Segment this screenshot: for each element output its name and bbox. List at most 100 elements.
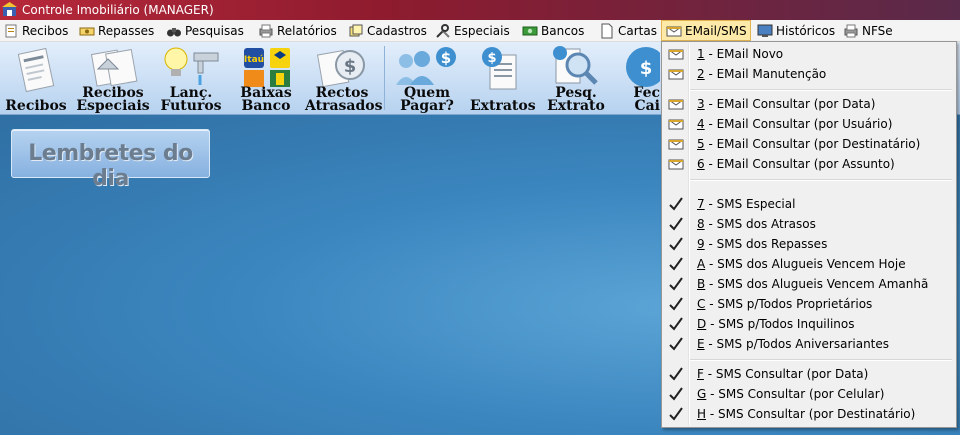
checkmark-icon	[669, 407, 683, 421]
menu-historicos[interactable]: Históricos	[757, 20, 835, 41]
menu-separator	[690, 179, 952, 181]
menu-item-sms-consultar-data[interactable]: F - SMS Consultar (por Data)	[664, 364, 952, 384]
menu-relatorios[interactable]: Relatórios	[258, 20, 337, 41]
toolbar-quem-pagar-button[interactable]: $ Quem Pagar?	[390, 42, 464, 114]
people-dollar-icon: $	[396, 47, 456, 85]
toolbar-rectos-atrasados-button[interactable]: $ Rectos Atrasados	[305, 42, 383, 114]
toolbar-baixas-banco-button[interactable]: Itaú Baixas Banco	[234, 42, 298, 114]
toolbar-extratos-button[interactable]: $ Extratos	[470, 42, 536, 114]
toolbar-fec-caixa-button[interactable]: $ Fec Cai	[620, 42, 660, 114]
toolbar-label: Baixas Banco	[240, 85, 292, 114]
menu-bar: Recibos Repasses Pesquisas Relatórios Ca…	[0, 20, 960, 42]
menu-item-email-consultar-data[interactable]: 3 - EMail Consultar (por Data)	[664, 94, 952, 114]
envelope-icon	[668, 139, 684, 150]
toolbar-pesq-extrato-button[interactable]: Pesq. Extrato	[540, 42, 612, 114]
toolbar-label: Pesq. Extrato	[547, 85, 605, 114]
envelope-icon	[668, 99, 684, 110]
menu-label: Recibos	[22, 23, 69, 38]
monitor-icon	[757, 24, 773, 37]
menu-label: Especiais	[454, 23, 510, 38]
records-icon	[349, 24, 363, 36]
window-title: Controle Imobiliário (MANAGER)	[22, 3, 214, 17]
envelope-icon	[668, 119, 684, 130]
lembretes-label: Lembretes do dia	[28, 141, 193, 191]
toolbar-label: Quem Pagar?	[400, 85, 454, 114]
toolbar-label: Lanç. Futuros	[160, 85, 222, 114]
receipt-icon	[5, 24, 17, 37]
binoculars-icon	[167, 27, 181, 36]
envelope-icon	[668, 69, 684, 80]
toolbar-label: Recibos Especiais	[76, 85, 150, 114]
app-icon	[2, 2, 17, 16]
checkmark-icon	[669, 387, 683, 401]
toolbar-label: Fec Cai	[633, 85, 660, 114]
lembretes-button[interactable]: Lembretes do dia	[11, 129, 210, 191]
transfer-icon	[79, 27, 95, 35]
toolbar-label: Extratos	[470, 98, 536, 114]
menu-item-email-novo[interactable]: 1 - EMail Novo	[664, 44, 952, 64]
checkmark-icon	[669, 297, 683, 311]
menu-item-sms-especial[interactable]: 7 - SMS Especial	[664, 194, 952, 214]
menu-especiais[interactable]: Especiais	[435, 20, 510, 41]
menu-item-email-consultar-assunto[interactable]: 6 - EMail Consultar (por Assunto)	[664, 154, 952, 174]
checkmark-icon	[669, 197, 683, 211]
menu-item-sms-repasses[interactable]: 9 - SMS dos Repasses	[664, 234, 952, 254]
menu-recibos[interactable]: Recibos	[3, 20, 68, 41]
cashier-icon: $	[626, 47, 660, 87]
toolbar-lanc-futuros-button[interactable]: Lanç. Futuros	[156, 42, 226, 114]
title-bar: Controle Imobiliário (MANAGER)	[0, 0, 960, 20]
menu-item-sms-consultar-destinatario[interactable]: H - SMS Consultar (por Destinatário)	[664, 404, 952, 424]
menu-item-sms-inquilinos[interactable]: D - SMS p/Todos Inquilinos	[664, 314, 952, 334]
house-receipt-icon	[90, 48, 138, 87]
checkmark-icon	[669, 367, 683, 381]
printer-icon	[844, 24, 858, 37]
toolbar-label: Rectos Atrasados	[305, 85, 383, 114]
menu-item-email-consultar-usuario[interactable]: 4 - EMail Consultar (por Usuário)	[664, 114, 952, 134]
statement-icon: $	[482, 47, 517, 90]
menu-item-sms-atrasos[interactable]: 8 - SMS dos Atrasos	[664, 214, 952, 234]
menu-label: Relatórios	[277, 23, 337, 38]
search-statement-icon	[553, 46, 598, 85]
printer-icon	[259, 24, 273, 37]
menu-item-sms-aniversariantes[interactable]: E - SMS p/Todos Aniversariantes	[664, 334, 952, 354]
checkmark-icon	[669, 277, 683, 291]
menu-item-sms-vencem-hoje[interactable]: A - SMS dos Alugueis Vencem Hoje	[664, 254, 952, 274]
toolbar-recibos-especiais-button[interactable]: Recibos Especiais	[74, 42, 152, 114]
menu-item-sms-vencem-amanha[interactable]: B - SMS dos Alugueis Vencem Amanhã	[664, 274, 952, 294]
menu-label: Repasses	[98, 23, 155, 38]
menu-label: Históricos	[776, 23, 836, 38]
menu-nfse[interactable]: NFSe	[843, 20, 893, 41]
checkmark-icon	[669, 317, 683, 331]
toolbar-label: Recibos	[5, 98, 67, 114]
email-sms-dropdown: 1 - EMail Novo 2 - EMail Manutenção 3 - …	[661, 41, 957, 428]
toolbar-recibos-button[interactable]: Recibos	[4, 42, 68, 114]
menu-bancos[interactable]: Bancos	[522, 20, 584, 41]
checkmark-icon	[669, 217, 683, 231]
svg-text:$: $	[487, 51, 496, 66]
svg-text:$: $	[441, 49, 451, 67]
checkmark-icon	[669, 237, 683, 251]
money-icon	[522, 26, 538, 35]
checkmark-icon	[669, 257, 683, 271]
envelope-icon	[666, 26, 682, 36]
menu-label: Pesquisas	[185, 23, 244, 38]
menu-label: NFSe	[862, 23, 893, 38]
menu-repasses[interactable]: Repasses	[79, 20, 154, 41]
menu-item-email-manutencao[interactable]: 2 - EMail Manutenção	[664, 64, 952, 84]
menu-email-sms[interactable]: EMail/SMS	[661, 20, 751, 41]
document-icon	[601, 23, 613, 38]
lightbulb-faucet-icon	[164, 47, 219, 85]
tools-icon	[436, 23, 450, 38]
menu-cartas[interactable]: Cartas	[599, 20, 657, 41]
menu-item-email-consultar-destinatario[interactable]: 5 - EMail Consultar (por Destinatário)	[664, 134, 952, 154]
svg-text:$: $	[344, 56, 357, 77]
envelope-icon	[668, 49, 684, 60]
receipt-icon	[17, 47, 55, 93]
menu-pesquisas[interactable]: Pesquisas	[166, 20, 244, 41]
menu-separator	[690, 359, 952, 361]
toolbar-separator	[384, 46, 385, 110]
menu-cadastros[interactable]: Cadastros	[348, 20, 427, 41]
menu-item-sms-proprietarios[interactable]: C - SMS p/Todos Proprietários	[664, 294, 952, 314]
bank-logos-icon: Itaú	[244, 48, 290, 87]
menu-item-sms-consultar-celular[interactable]: G - SMS Consultar (por Celular)	[664, 384, 952, 404]
